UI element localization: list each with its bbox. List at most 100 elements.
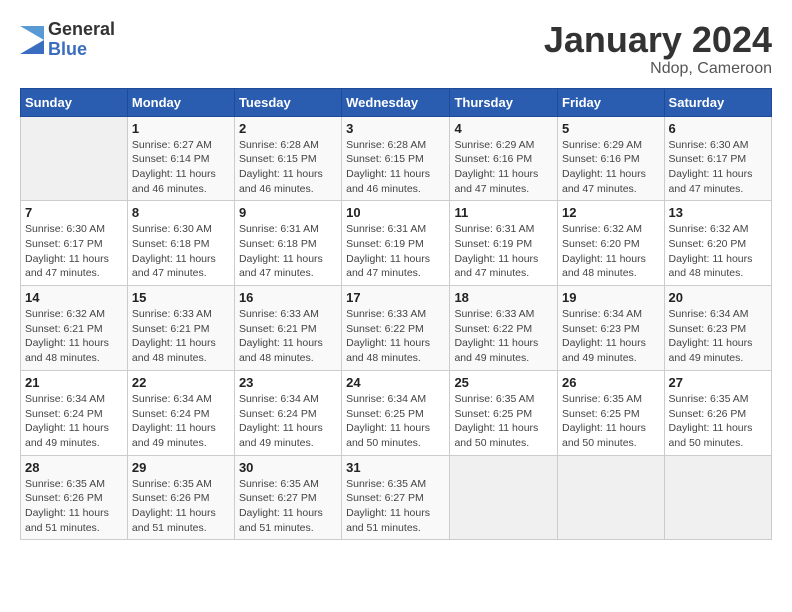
day-number: 11 (454, 205, 553, 220)
logo: General Blue (20, 20, 115, 60)
day-number: 9 (239, 205, 337, 220)
day-of-week-header: Friday (558, 88, 665, 116)
calendar-day-cell: 6 Sunrise: 6:30 AMSunset: 6:17 PMDaylight… (664, 116, 771, 201)
day-number: 22 (132, 375, 230, 390)
calendar-day-cell: 5Sunrise: 6:29 AMSunset: 6:16 PMDaylight… (558, 116, 665, 201)
calendar-day-cell: 23 Sunrise: 6:34 AMSunset: 6:24 PMDayligh… (234, 370, 341, 455)
day-of-week-header: Tuesday (234, 88, 341, 116)
calendar-day-cell: 29 Sunrise: 6:35 AMSunset: 6:26 PMDayligh… (127, 455, 234, 540)
day-info: Sunrise: 6:35 AMSunset: 6:27 PMDaylight:… (346, 477, 445, 536)
day-number: 29 (132, 460, 230, 475)
title-block: January 2024 Ndop, Cameroon (544, 20, 772, 78)
day-number: 26 (562, 375, 660, 390)
logo-text: General Blue (48, 20, 115, 60)
calendar-day-cell: 10 Sunrise: 6:31 AMSunset: 6:19 PMDayligh… (342, 201, 450, 286)
day-info: Sunrise: 6:32 AMSunset: 6:20 PMDaylight:… (562, 222, 660, 281)
day-info: Sunrise: 6:31 AMSunset: 6:19 PMDaylight:… (454, 222, 553, 281)
day-number: 28 (25, 460, 123, 475)
day-info: Sunrise: 6:33 AMSunset: 6:22 PMDaylight:… (454, 307, 553, 366)
calendar-day-cell: 16Sunrise: 6:33 AMSunset: 6:21 PMDayligh… (234, 286, 341, 371)
day-info: Sunrise: 6:30 AMSunset: 6:17 PMDaylight:… (25, 222, 123, 281)
logo-icon (20, 26, 44, 54)
day-number: 23 (239, 375, 337, 390)
day-info: Sunrise: 6:35 AMSunset: 6:26 PMDaylight:… (669, 392, 767, 451)
day-info: Sunrise: 6:34 AMSunset: 6:24 PMDaylight:… (132, 392, 230, 451)
calendar-day-cell: 1 Sunrise: 6:27 AMSunset: 6:14 PMDaylight… (127, 116, 234, 201)
day-info: Sunrise: 6:32 AMSunset: 6:21 PMDaylight:… (25, 307, 123, 366)
calendar-day-cell: 24 Sunrise: 6:34 AMSunset: 6:25 PMDayligh… (342, 370, 450, 455)
calendar-day-cell: 21 Sunrise: 6:34 AMSunset: 6:24 PMDayligh… (21, 370, 128, 455)
day-number: 27 (669, 375, 767, 390)
day-info: Sunrise: 6:28 AMSunset: 6:15 PMDaylight:… (239, 138, 337, 197)
day-info: Sunrise: 6:34 AMSunset: 6:24 PMDaylight:… (239, 392, 337, 451)
calendar-day-cell: 11 Sunrise: 6:31 AMSunset: 6:19 PMDayligh… (450, 201, 558, 286)
calendar-day-cell: 9 Sunrise: 6:31 AMSunset: 6:18 PMDaylight… (234, 201, 341, 286)
day-number: 8 (132, 205, 230, 220)
calendar-week-row: 21 Sunrise: 6:34 AMSunset: 6:24 PMDayligh… (21, 370, 772, 455)
logo-blue-text: Blue (48, 40, 115, 60)
day-number: 10 (346, 205, 445, 220)
calendar-week-row: 14 Sunrise: 6:32 AMSunset: 6:21 PMDayligh… (21, 286, 772, 371)
calendar-day-cell: 4Sunrise: 6:29 AMSunset: 6:16 PMDaylight… (450, 116, 558, 201)
day-info: Sunrise: 6:34 AMSunset: 6:25 PMDaylight:… (346, 392, 445, 451)
day-number: 21 (25, 375, 123, 390)
day-number: 20 (669, 290, 767, 305)
calendar-day-cell: 2 Sunrise: 6:28 AMSunset: 6:15 PMDaylight… (234, 116, 341, 201)
day-number: 12 (562, 205, 660, 220)
calendar-table: SundayMondayTuesdayWednesdayThursdayFrid… (20, 88, 772, 541)
day-number: 1 (132, 121, 230, 136)
day-info: Sunrise: 6:31 AMSunset: 6:18 PMDaylight:… (239, 222, 337, 281)
day-number: 2 (239, 121, 337, 136)
day-number: 13 (669, 205, 767, 220)
day-number: 31 (346, 460, 445, 475)
day-number: 5 (562, 121, 660, 136)
day-info: Sunrise: 6:30 AMSunset: 6:18 PMDaylight:… (132, 222, 230, 281)
calendar-day-cell (558, 455, 665, 540)
calendar-day-cell: 30Sunrise: 6:35 AMSunset: 6:27 PMDayligh… (234, 455, 341, 540)
calendar-day-cell: 28 Sunrise: 6:35 AMSunset: 6:26 PMDayligh… (21, 455, 128, 540)
day-info: Sunrise: 6:34 AMSunset: 6:24 PMDaylight:… (25, 392, 123, 451)
calendar-week-row: 28 Sunrise: 6:35 AMSunset: 6:26 PMDayligh… (21, 455, 772, 540)
day-info: Sunrise: 6:35 AMSunset: 6:26 PMDaylight:… (132, 477, 230, 536)
calendar-day-cell: 12 Sunrise: 6:32 AMSunset: 6:20 PMDayligh… (558, 201, 665, 286)
calendar-day-cell: 31 Sunrise: 6:35 AMSunset: 6:27 PMDayligh… (342, 455, 450, 540)
day-number: 24 (346, 375, 445, 390)
calendar-day-cell (450, 455, 558, 540)
calendar-day-cell: 17Sunrise: 6:33 AMSunset: 6:22 PMDayligh… (342, 286, 450, 371)
day-number: 18 (454, 290, 553, 305)
day-info: Sunrise: 6:33 AMSunset: 6:22 PMDaylight:… (346, 307, 445, 366)
day-info: Sunrise: 6:30 AMSunset: 6:17 PMDaylight:… (669, 138, 767, 197)
calendar-day-cell: 19Sunrise: 6:34 AMSunset: 6:23 PMDayligh… (558, 286, 665, 371)
day-number: 14 (25, 290, 123, 305)
day-info: Sunrise: 6:35 AMSunset: 6:25 PMDaylight:… (454, 392, 553, 451)
day-info: Sunrise: 6:35 AMSunset: 6:25 PMDaylight:… (562, 392, 660, 451)
day-info: Sunrise: 6:32 AMSunset: 6:20 PMDaylight:… (669, 222, 767, 281)
calendar-day-cell: 13 Sunrise: 6:32 AMSunset: 6:20 PMDayligh… (664, 201, 771, 286)
location-label: Ndop, Cameroon (544, 60, 772, 78)
calendar-day-cell: 25 Sunrise: 6:35 AMSunset: 6:25 PMDayligh… (450, 370, 558, 455)
day-number: 25 (454, 375, 553, 390)
day-of-week-header: Sunday (21, 88, 128, 116)
calendar-week-row: 7 Sunrise: 6:30 AMSunset: 6:17 PMDaylight… (21, 201, 772, 286)
day-info: Sunrise: 6:27 AMSunset: 6:14 PMDaylight:… (132, 138, 230, 197)
day-of-week-header: Saturday (664, 88, 771, 116)
day-info: Sunrise: 6:28 AMSunset: 6:15 PMDaylight:… (346, 138, 445, 197)
day-of-week-header: Wednesday (342, 88, 450, 116)
calendar-day-cell: 14 Sunrise: 6:32 AMSunset: 6:21 PMDayligh… (21, 286, 128, 371)
day-info: Sunrise: 6:34 AMSunset: 6:23 PMDaylight:… (669, 307, 767, 366)
day-number: 7 (25, 205, 123, 220)
day-number: 4 (454, 121, 553, 136)
page-header: General Blue January 2024 Ndop, Cameroon (20, 20, 772, 78)
day-number: 19 (562, 290, 660, 305)
day-number: 3 (346, 121, 445, 136)
calendar-week-row: 1 Sunrise: 6:27 AMSunset: 6:14 PMDaylight… (21, 116, 772, 201)
calendar-day-cell (21, 116, 128, 201)
day-number: 15 (132, 290, 230, 305)
day-info: Sunrise: 6:31 AMSunset: 6:19 PMDaylight:… (346, 222, 445, 281)
day-number: 6 (669, 121, 767, 136)
day-info: Sunrise: 6:35 AMSunset: 6:26 PMDaylight:… (25, 477, 123, 536)
calendar-day-cell: 22 Sunrise: 6:34 AMSunset: 6:24 PMDayligh… (127, 370, 234, 455)
logo-general-text: General (48, 20, 115, 40)
day-number: 30 (239, 460, 337, 475)
day-of-week-header: Thursday (450, 88, 558, 116)
